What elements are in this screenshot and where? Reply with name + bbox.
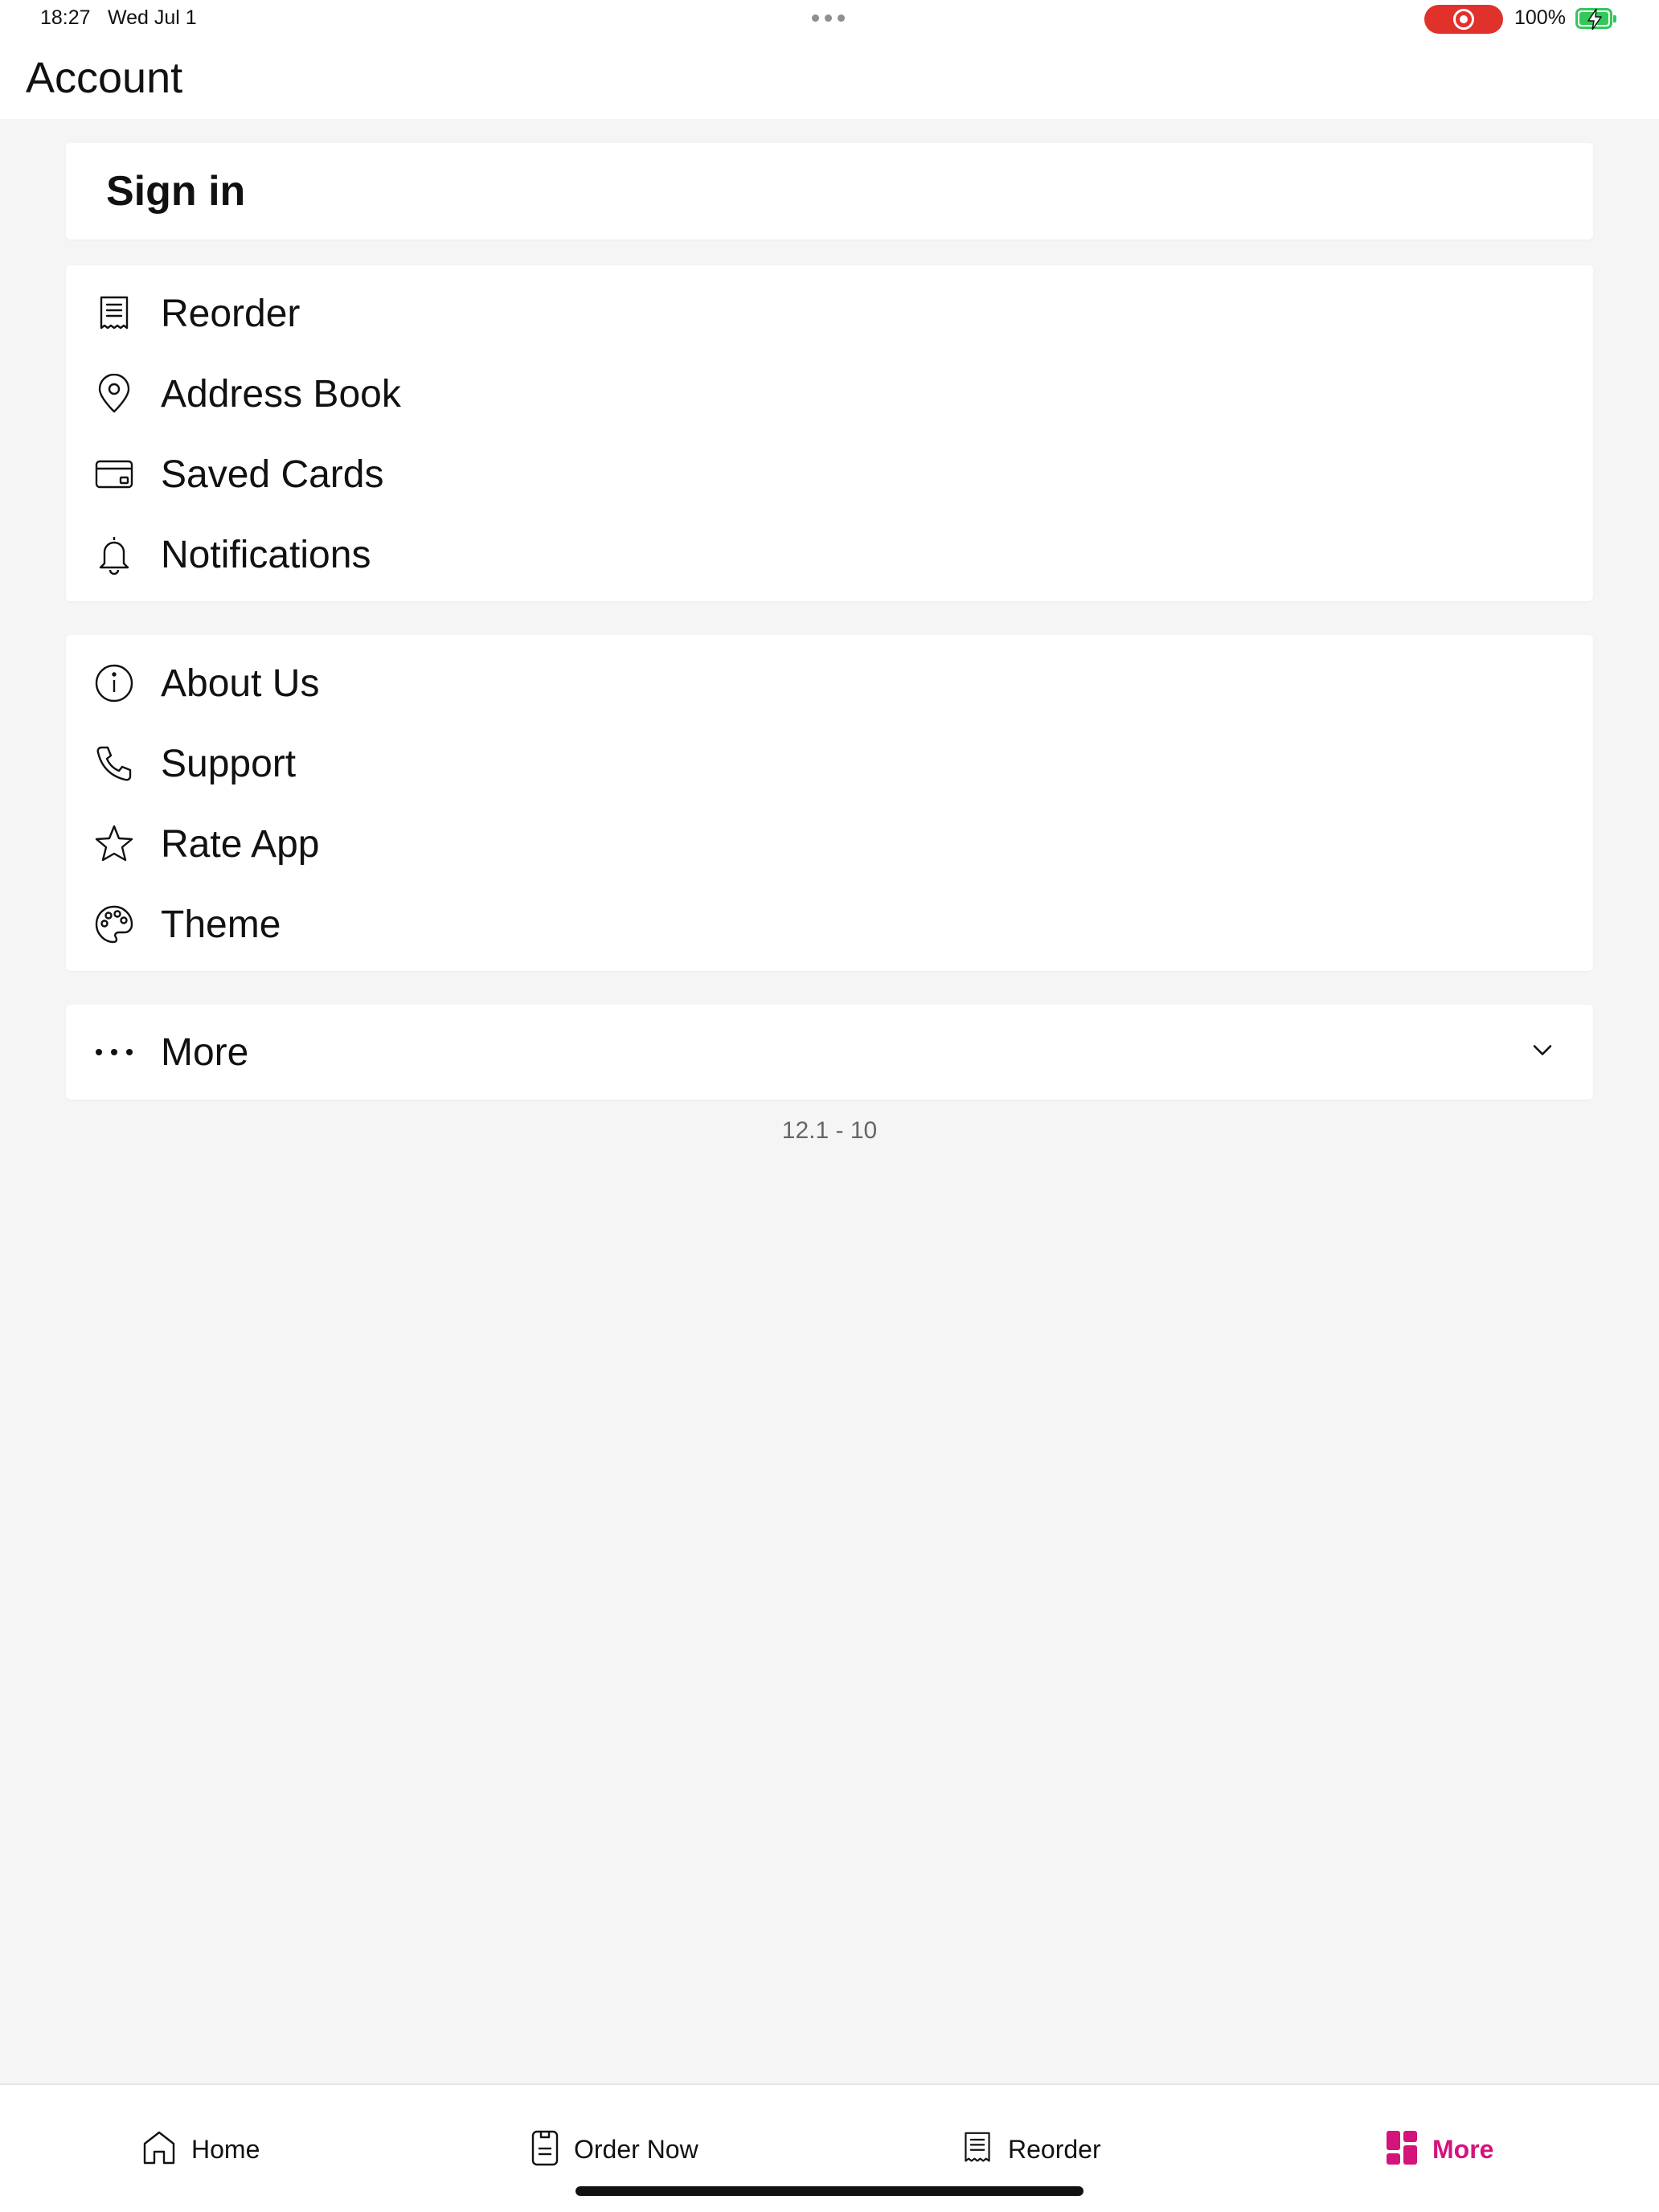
- home-indicator[interactable]: [576, 2186, 1083, 2196]
- menu-item-label: About Us: [161, 662, 320, 705]
- ellipsis-icon: [93, 1031, 135, 1073]
- credit-card-icon: [93, 453, 135, 495]
- app-version: 12.1 - 10: [781, 1117, 878, 1144]
- tab-label: Home: [191, 2134, 260, 2164]
- sign-in-card[interactable]: Sign in: [66, 143, 1593, 240]
- battery-percent: 100%: [1514, 6, 1566, 29]
- menu-book-icon: [530, 2128, 559, 2171]
- menu-item-label: Address Book: [161, 372, 401, 416]
- status-time: 18:27: [40, 6, 91, 29]
- more-section[interactable]: More: [66, 1005, 1593, 1100]
- tab-more[interactable]: More: [1386, 2127, 1493, 2172]
- menu-item-address-book[interactable]: Address Book: [66, 354, 1593, 434]
- menu-item-support[interactable]: Support: [66, 723, 1593, 804]
- menu-item-about-us[interactable]: About Us: [66, 643, 1593, 723]
- menu-item-notifications[interactable]: Notifications: [66, 514, 1593, 595]
- menu-item-label: Support: [161, 742, 297, 785]
- receipt-icon: [93, 293, 135, 334]
- screen-recording-icon[interactable]: [1424, 5, 1503, 34]
- bell-icon: [93, 534, 135, 576]
- tab-label: Order Now: [574, 2134, 698, 2164]
- phone-icon: [93, 743, 135, 784]
- tab-reorder[interactable]: Reorder: [961, 2127, 1101, 2172]
- tab-label: Reorder: [1008, 2134, 1101, 2164]
- tab-label: More: [1432, 2134, 1494, 2164]
- info-icon: [93, 662, 135, 704]
- sign-in-label: Sign in: [106, 168, 246, 215]
- header: Account: [0, 39, 1659, 119]
- menu-item-reorder[interactable]: Reorder: [66, 273, 1593, 354]
- star-icon: [93, 823, 135, 865]
- menu-item-label: Notifications: [161, 533, 371, 576]
- account-menu: Reorder Address Book Saved Cards Notific…: [66, 265, 1593, 601]
- more-label: More: [161, 1030, 249, 1074]
- info-menu: About Us Support Rate App Theme: [66, 635, 1593, 971]
- receipt-icon: [961, 2129, 993, 2170]
- menu-item-label: Saved Cards: [161, 453, 384, 496]
- multitasking-dots-icon[interactable]: [812, 14, 845, 22]
- more-row[interactable]: More: [66, 1012, 1593, 1092]
- menu-item-saved-cards[interactable]: Saved Cards: [66, 434, 1593, 514]
- palette-icon: [93, 903, 135, 945]
- status-bar: 18:27 Wed Jul 1 100%: [0, 0, 1659, 39]
- status-date: Wed Jul 1: [108, 6, 197, 29]
- grid-icon: [1386, 2130, 1418, 2169]
- location-pin-icon: [93, 373, 135, 415]
- menu-item-theme[interactable]: Theme: [66, 884, 1593, 965]
- tab-home[interactable]: Home: [141, 2127, 260, 2172]
- page-title: Account: [26, 54, 183, 102]
- tab-order-now[interactable]: Order Now: [530, 2127, 698, 2172]
- menu-item-rate-app[interactable]: Rate App: [66, 804, 1593, 884]
- menu-item-label: Rate App: [161, 822, 320, 866]
- menu-item-label: Reorder: [161, 292, 301, 335]
- chevron-down-icon[interactable]: [1532, 1044, 1553, 1061]
- menu-item-label: Theme: [161, 903, 281, 946]
- home-icon: [141, 2129, 177, 2170]
- battery-charging-icon: [1575, 8, 1616, 30]
